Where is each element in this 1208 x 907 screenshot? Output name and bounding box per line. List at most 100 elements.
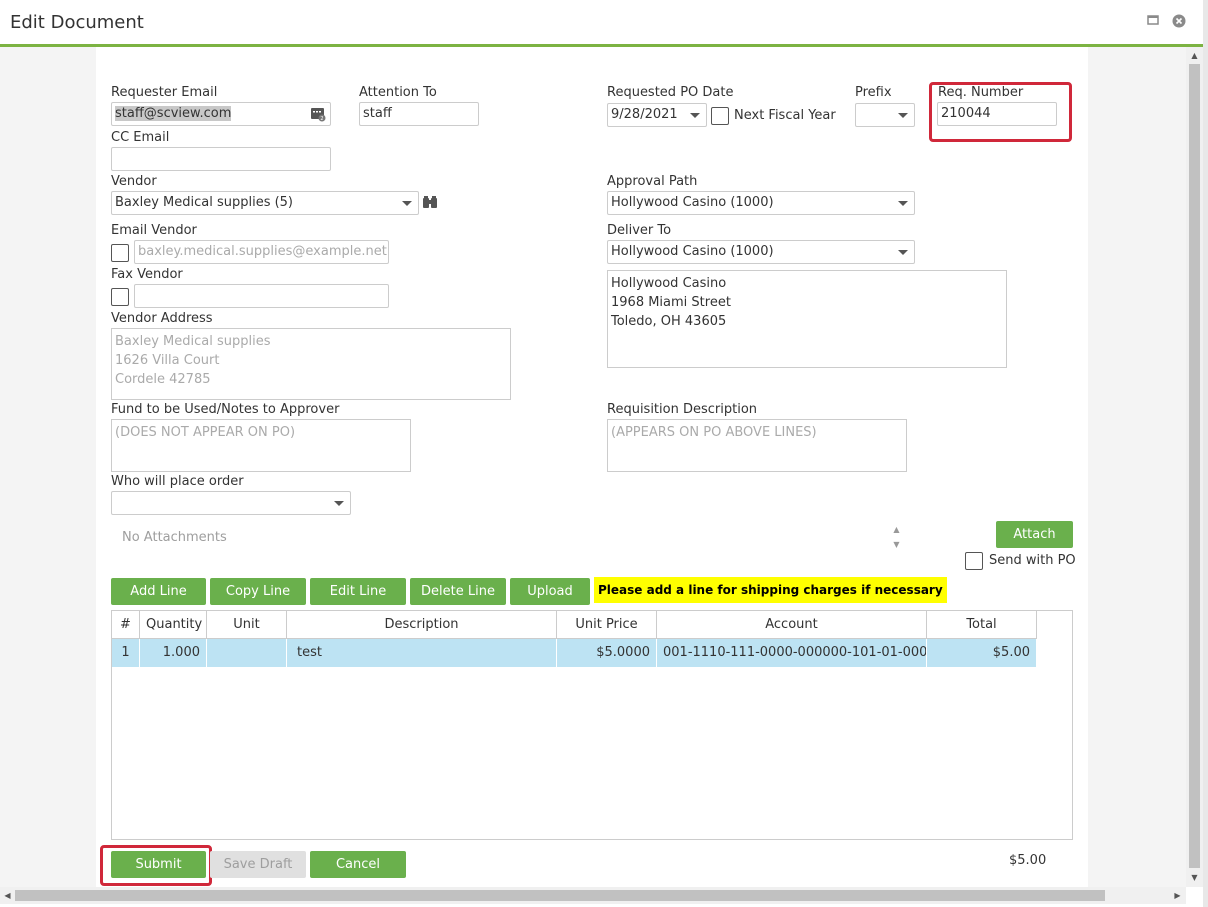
email-vendor-label: Email Vendor xyxy=(111,223,197,238)
vendor-address-line: Baxley Medical supplies xyxy=(115,334,271,349)
chevron-down-icon xyxy=(898,250,908,255)
table-cell: 001-1110-111-0000-000000-101-01-000 xyxy=(657,639,927,667)
column-header[interactable]: Quantity xyxy=(140,611,207,639)
no-attachments-text: No Attachments xyxy=(122,530,227,545)
requisition-description-label: Requisition Description xyxy=(607,402,758,417)
scrollbar-thumb[interactable] xyxy=(1189,64,1200,868)
window-title: Edit Document xyxy=(10,12,144,33)
vendor-value: Baxley Medical supplies (5) xyxy=(115,195,294,210)
fax-vendor-label: Fax Vendor xyxy=(111,267,183,282)
requester-email-label: Requester Email xyxy=(111,85,218,100)
table-cell: $5.00 xyxy=(927,639,1037,667)
deliver-to-value: Hollywood Casino (1000) xyxy=(611,244,774,259)
save-draft-button[interactable]: Save Draft xyxy=(210,851,306,878)
prefix-select[interactable] xyxy=(855,103,915,127)
table-cell: $5.0000 xyxy=(557,639,657,667)
add-line-button[interactable]: Add Line xyxy=(111,578,206,605)
chevron-down-icon xyxy=(402,201,412,206)
vendor-address-label: Vendor Address xyxy=(111,311,213,326)
requested-po-date-label: Requested PO Date xyxy=(607,85,734,100)
attach-button[interactable]: Attach xyxy=(996,521,1073,548)
grand-total: $5.00 xyxy=(1009,853,1047,868)
next-fiscal-year-label: Next Fiscal Year xyxy=(734,108,836,123)
deliver-to-address-line: Toledo, OH 43605 xyxy=(611,314,727,329)
email-vendor-checkbox[interactable] xyxy=(111,244,129,262)
email-vendor-field[interactable]: baxley.medical.supplies@example.net xyxy=(134,240,389,264)
delete-line-button[interactable]: Delete Line xyxy=(410,578,506,605)
chevron-down-icon xyxy=(898,113,908,118)
table-cell: test xyxy=(287,639,557,667)
cancel-button[interactable]: Cancel xyxy=(310,851,406,878)
scroll-up-icon[interactable]: ▲ xyxy=(1187,48,1202,63)
send-with-po-label: Send with PO xyxy=(989,553,1076,568)
req-number-label: Req. Number xyxy=(938,85,1024,100)
fax-vendor-checkbox[interactable] xyxy=(111,288,129,306)
column-header[interactable]: Unit xyxy=(207,611,287,639)
scroll-right-icon[interactable]: ▶ xyxy=(1170,888,1185,903)
column-header[interactable]: Unit Price xyxy=(557,611,657,639)
chevron-down-icon xyxy=(334,501,344,506)
table-row[interactable]: 1 1.000 test $5.0000 001-1110-111-0000-0… xyxy=(112,639,1037,667)
copy-line-button[interactable]: Copy Line xyxy=(210,578,306,605)
address-book-icon[interactable]: 2 xyxy=(310,106,326,125)
chevron-down-icon xyxy=(898,201,908,206)
table-cell xyxy=(207,639,287,667)
vendor-select[interactable]: Baxley Medical supplies (5) xyxy=(111,191,419,215)
requisition-description-field[interactable]: (APPEARS ON PO ABOVE LINES) xyxy=(607,419,907,472)
requested-po-date-value: 9/28/2021 xyxy=(611,107,678,122)
prefix-label: Prefix xyxy=(855,85,892,100)
scroll-left-icon[interactable]: ◀ xyxy=(0,888,15,903)
requester-email-value: staff@scview.com xyxy=(115,106,232,121)
deliver-to-address-line: 1968 Miami Street xyxy=(611,295,731,310)
deliver-to-address[interactable]: Hollywood Casino 1968 Miami Street Toled… xyxy=(607,270,1007,368)
who-will-place-order-label: Who will place order xyxy=(111,474,244,489)
background-window-edge xyxy=(1203,0,1208,907)
cc-email-label: CC Email xyxy=(111,130,170,145)
scroll-down-icon[interactable]: ▼ xyxy=(889,537,904,552)
column-header[interactable]: Account xyxy=(657,611,927,639)
shipping-notice: Please add a line for shipping charges i… xyxy=(594,577,947,603)
edit-line-button[interactable]: Edit Line xyxy=(310,578,406,605)
vendor-address-line: Cordele 42785 xyxy=(115,372,211,387)
attachments-scrollbar[interactable]: ▲ ▼ xyxy=(889,522,905,552)
fund-notes-field[interactable]: (DOES NOT APPEAR ON PO) xyxy=(111,419,411,472)
svg-text:2: 2 xyxy=(320,116,323,122)
table-cell: 1 xyxy=(112,639,140,667)
deliver-to-select[interactable]: Hollywood Casino (1000) xyxy=(607,240,915,264)
send-with-po-checkbox[interactable] xyxy=(965,552,983,570)
window-maximize-icon[interactable] xyxy=(1146,14,1160,28)
cc-email-field[interactable] xyxy=(111,147,331,171)
who-will-place-order-select[interactable] xyxy=(111,491,351,515)
close-icon[interactable] xyxy=(1172,14,1186,28)
title-bar: Edit Document xyxy=(0,0,1208,47)
vendor-address-box: Baxley Medical supplies 1626 Villa Court… xyxy=(111,328,511,400)
fund-notes-label: Fund to be Used/Notes to Approver xyxy=(111,402,340,417)
vendor-label: Vendor xyxy=(111,174,157,189)
approval-path-label: Approval Path xyxy=(607,174,698,189)
req-number-field[interactable]: 210044 xyxy=(937,102,1057,126)
attention-to-field[interactable]: staff xyxy=(359,102,479,126)
column-header[interactable]: # xyxy=(112,611,140,639)
scroll-down-icon[interactable]: ▼ xyxy=(1187,870,1202,885)
requested-po-date-picker[interactable]: 9/28/2021 xyxy=(607,103,707,127)
upload-button[interactable]: Upload xyxy=(510,578,590,605)
submit-button[interactable]: Submit xyxy=(111,851,206,878)
table-cell: 1.000 xyxy=(140,639,207,667)
requester-email-field[interactable]: staff@scview.com 2 xyxy=(111,102,331,126)
chevron-down-icon xyxy=(690,113,700,118)
scrollbar-thumb[interactable] xyxy=(15,890,1105,901)
scroll-up-icon[interactable]: ▲ xyxy=(889,522,904,537)
vendor-lookup-icon[interactable] xyxy=(423,196,437,212)
deliver-to-address-line: Hollywood Casino xyxy=(611,276,727,291)
column-header[interactable]: Total xyxy=(927,611,1037,639)
horizontal-scrollbar[interactable]: ◀ ▶ xyxy=(0,887,1186,904)
approval-path-select[interactable]: Hollywood Casino (1000) xyxy=(607,191,915,215)
vendor-address-line: 1626 Villa Court xyxy=(115,353,220,368)
column-header[interactable]: Description xyxy=(287,611,557,639)
vertical-scrollbar[interactable]: ▲ ▼ xyxy=(1186,47,1203,887)
approval-path-value: Hollywood Casino (1000) xyxy=(611,195,774,210)
next-fiscal-year-checkbox[interactable] xyxy=(711,107,729,125)
fax-vendor-field[interactable] xyxy=(134,284,389,308)
attention-to-label: Attention To xyxy=(359,85,437,100)
lines-table: # Quantity Unit Description Unit Price A… xyxy=(111,610,1073,840)
